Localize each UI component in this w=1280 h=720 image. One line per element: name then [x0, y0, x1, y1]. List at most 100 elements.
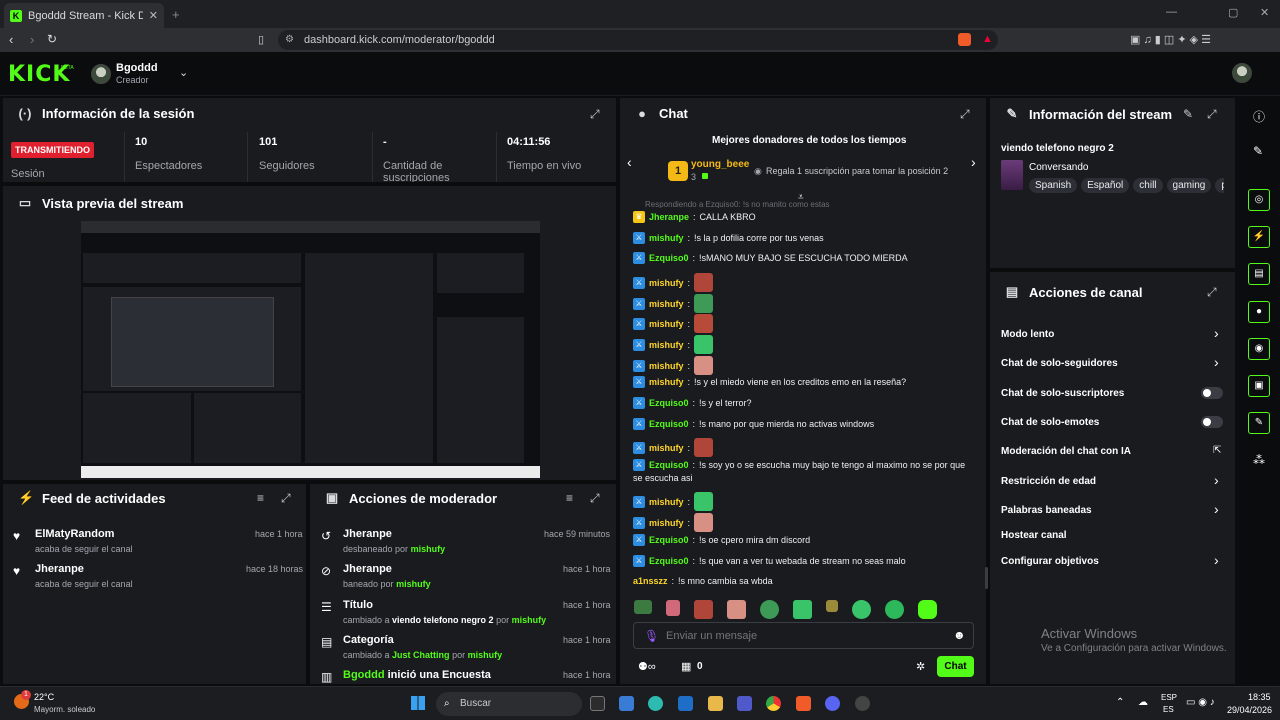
- sidebar-wrench-icon[interactable]: ✎: [1248, 412, 1270, 434]
- emote-icon[interactable]: [727, 600, 746, 619]
- popout-icon[interactable]: ⤢: [281, 491, 291, 506]
- popout-icon[interactable]: ⤢: [590, 491, 600, 506]
- chat-message[interactable]: ⚔ Ezquiso0: !s soy yo o se escucha muy baj…: [633, 459, 965, 471]
- action-ai-moderation[interactable]: Moderación del chat con IA: [1001, 446, 1131, 457]
- chat-username[interactable]: Ezquiso0: [649, 419, 689, 429]
- chat-username[interactable]: mishufy: [649, 377, 684, 387]
- chevron-down-icon[interactable]: ⌄: [179, 66, 188, 79]
- site-info-icon[interactable]: ⚙: [285, 34, 294, 45]
- gift-box-icon[interactable]: ▦: [681, 660, 691, 673]
- forward-icon[interactable]: ›: [30, 32, 34, 47]
- chat-username[interactable]: Ezquiso0: [649, 556, 689, 566]
- tag[interactable]: Español: [1081, 178, 1130, 193]
- chat-message[interactable]: ⚔ mishufy:: [633, 356, 714, 375]
- toolbar-icons[interactable]: ▣ ♫ ▮ ◫ ✦ ◈ ☰: [1130, 33, 1211, 46]
- minimize-icon[interactable]: —: [1166, 6, 1177, 18]
- browser-tab[interactable]: K Bgoddd Stream - Kick Dashboard ✕: [4, 3, 164, 28]
- chat-message[interactable]: ♛ Jheranpe: CALLA KBRO: [633, 211, 756, 223]
- chat-username[interactable]: Jheranpe: [649, 212, 689, 222]
- brave-rewards-icon[interactable]: ▲: [982, 33, 993, 45]
- tray-up-icon[interactable]: ⌃: [1116, 697, 1124, 708]
- stream-preview-video[interactable]: [81, 221, 540, 478]
- sidebar-broadcast-icon[interactable]: ◉: [1248, 338, 1270, 360]
- emote-icon[interactable]: [852, 600, 871, 619]
- chat-message[interactable]: ⚔ Ezquiso0: !s que van a ver tu webada de …: [633, 555, 906, 567]
- chevron-right-icon[interactable]: ›: [971, 154, 976, 170]
- chat-message[interactable]: ⚔ mishufy:: [633, 438, 714, 457]
- chat-username[interactable]: Ezquiso0: [649, 398, 689, 408]
- close-tab-icon[interactable]: ✕: [149, 9, 158, 22]
- obs-icon[interactable]: [855, 696, 870, 711]
- gear-icon[interactable]: ✲: [916, 660, 925, 673]
- new-tab-icon[interactable]: +: [172, 7, 180, 22]
- keyboard-layout[interactable]: ES: [1163, 705, 1174, 714]
- apps-icon[interactable]: ⁂: [1253, 453, 1265, 467]
- emote-icon[interactable]: [885, 600, 904, 619]
- action-followers-only[interactable]: Chat de solo-seguidores: [1001, 358, 1118, 369]
- chat-username[interactable]: mishufy: [649, 340, 684, 350]
- chat-message[interactable]: ⚔ Ezquiso0: !sMANO MUY BAJO SE ESCUCHA TOD…: [633, 252, 908, 264]
- brave-shield-icon[interactable]: [958, 33, 971, 46]
- chat-input[interactable]: [666, 627, 946, 645]
- outlook-icon[interactable]: [678, 696, 693, 711]
- chat-username[interactable]: mishufy: [649, 278, 684, 288]
- cloud-icon[interactable]: ☁: [1138, 697, 1148, 708]
- chat-username[interactable]: mishufy: [649, 319, 684, 329]
- pencil-icon[interactable]: ✎: [1253, 144, 1263, 158]
- popout-icon[interactable]: ⤢: [1207, 285, 1217, 300]
- action-subscribers-only[interactable]: Chat de solo-suscriptores: [1001, 388, 1124, 399]
- language-code[interactable]: ESP: [1161, 693, 1177, 702]
- popout-icon[interactable]: ⤢: [590, 107, 600, 122]
- chat-message[interactable]: ⚔ mishufy: !s y el miedo viene en los cred…: [633, 376, 906, 388]
- chat-scrollbar[interactable]: [985, 567, 988, 589]
- chat-username[interactable]: mishufy: [649, 443, 684, 453]
- chevron-right-icon[interactable]: ›: [1214, 354, 1219, 370]
- popout-icon[interactable]: ⤢: [960, 107, 970, 122]
- chat-message[interactable]: ⚔ mishufy:: [633, 273, 714, 292]
- bookmark-icon[interactable]: ▯: [258, 33, 264, 46]
- windows-start-icon[interactable]: [411, 696, 425, 710]
- emote-icon[interactable]: [793, 600, 812, 619]
- emote-icon[interactable]: [918, 600, 937, 619]
- microphone-icon[interactable]: 🎙: [644, 629, 659, 643]
- edge-icon[interactable]: [648, 696, 663, 711]
- action-emotes-only[interactable]: Chat de solo-emotes: [1001, 417, 1099, 428]
- emoji-icon[interactable]: ☻: [953, 628, 966, 642]
- maximize-icon[interactable]: ▢: [1228, 6, 1238, 19]
- chat-message[interactable]: ⚔ mishufy:: [633, 314, 714, 333]
- chat-message[interactable]: ⚔ mishufy:: [633, 335, 714, 354]
- bot-icon[interactable]: ⚉∞: [638, 660, 656, 673]
- action-host-channel[interactable]: Hostear canal: [1001, 530, 1067, 541]
- action-banned-words[interactable]: Palabras baneadas: [1001, 505, 1092, 516]
- discord-icon[interactable]: [825, 696, 840, 711]
- close-window-icon[interactable]: ✕: [1260, 6, 1269, 19]
- filter-icon[interactable]: ≡: [566, 491, 573, 505]
- taskbar-search[interactable]: ⌕ Buscar: [436, 692, 582, 716]
- teams-icon[interactable]: [737, 696, 752, 711]
- chat-message[interactable]: ⚔ Ezquiso0: !s mano por que mierda no acti…: [633, 418, 874, 430]
- tag[interactable]: Spanish: [1029, 178, 1078, 193]
- clock-date[interactable]: 29/04/2026: [1227, 705, 1272, 715]
- tag[interactable]: chill: [1133, 178, 1163, 193]
- wifi-volume-icons[interactable]: ▭ ◉ ♪: [1186, 697, 1215, 708]
- tag[interactable]: p: [1215, 178, 1224, 193]
- folder-icon[interactable]: [708, 696, 723, 711]
- popout-icon[interactable]: ⤢: [1207, 107, 1217, 122]
- chat-username[interactable]: mishufy: [649, 233, 684, 243]
- chevron-right-icon[interactable]: ›: [1214, 552, 1219, 568]
- chat-username[interactable]: a1nsszz: [633, 576, 668, 586]
- chrome-icon[interactable]: [766, 696, 781, 711]
- chat-username[interactable]: Ezquiso0: [649, 460, 689, 470]
- sidebar-lightning-icon[interactable]: ⚡: [1248, 226, 1270, 248]
- chat-message[interactable]: ⚔ mishufy: !s la p dofilia corre por tus v…: [633, 232, 824, 244]
- chevron-right-icon[interactable]: ›: [1214, 501, 1219, 517]
- profile-avatar[interactable]: [1232, 63, 1252, 83]
- chat-message[interactable]: ⚔ Ezquiso0: !s oe cpero mira dm discord: [633, 534, 810, 546]
- subscribers-only-toggle[interactable]: [1201, 387, 1223, 399]
- reload-icon[interactable]: ↻: [47, 32, 57, 46]
- emote-icon[interactable]: [694, 600, 713, 619]
- chat-message[interactable]: ⚔ Ezquiso0: !s y el terror?: [633, 397, 752, 409]
- chat-username[interactable]: mishufy: [649, 299, 684, 309]
- emote-icon[interactable]: [666, 600, 680, 616]
- chevron-left-icon[interactable]: ‹: [627, 154, 632, 170]
